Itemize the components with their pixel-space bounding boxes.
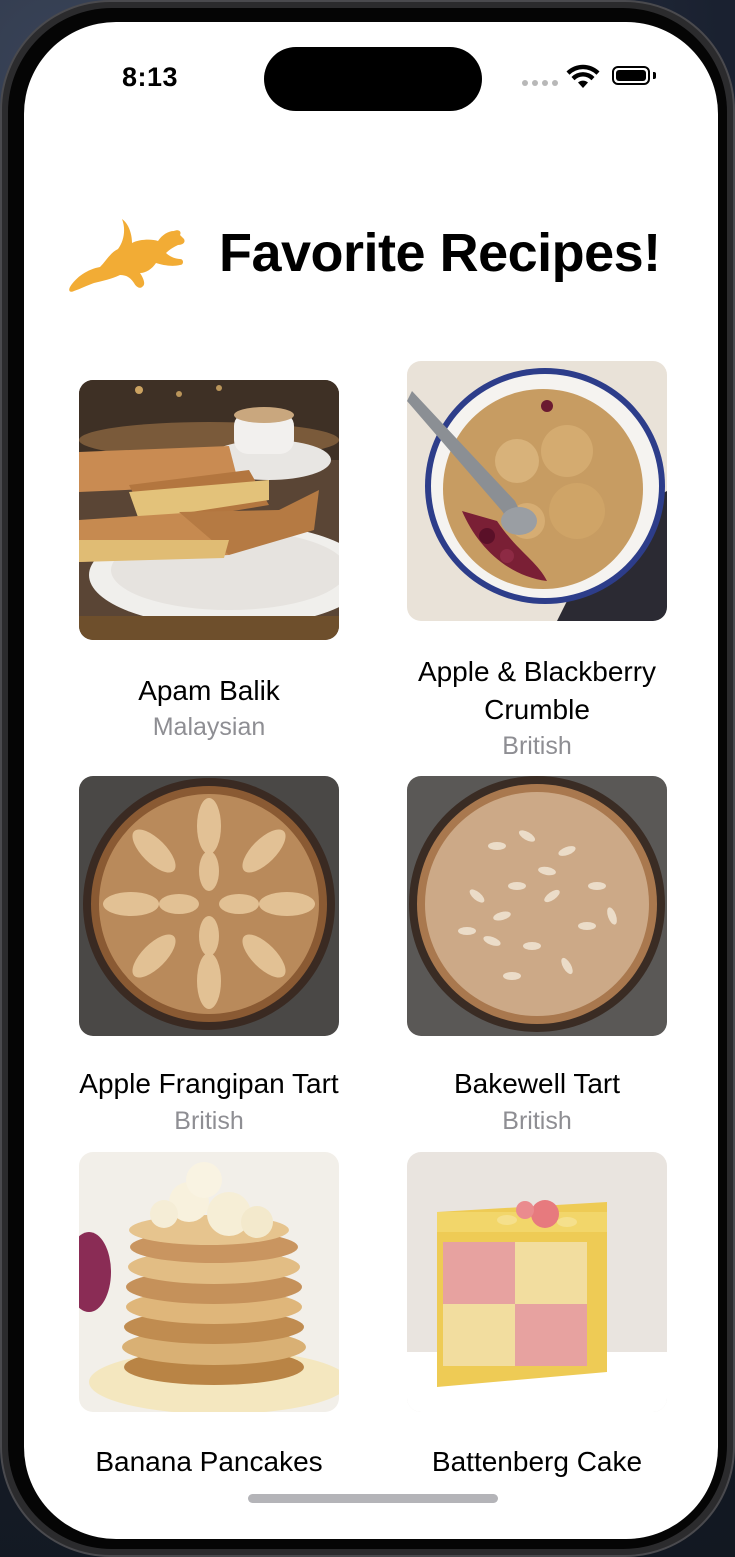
- recipe-name: Bakewell Tart: [453, 1068, 620, 1099]
- recipe-image: [79, 1152, 339, 1412]
- recipe-cuisine: British: [174, 1107, 244, 1135]
- battery-tip: [653, 72, 656, 79]
- recipe-name: Apple Frangipan Tart: [79, 1068, 339, 1099]
- recipe-name: Banana Pancakes: [95, 1446, 323, 1477]
- recipe-card[interactable]: Battenberg Cake: [407, 1152, 707, 1482]
- cellular-signal-icon: [522, 80, 558, 86]
- recipe-name: Battenberg Cake: [431, 1446, 643, 1477]
- recipe-name: Apam Balik: [138, 675, 280, 706]
- recipe-cuisine: Malaysian: [152, 713, 266, 741]
- recipe-card[interactable]: Bakewell Tart British: [407, 776, 707, 1136]
- dynamic-island: [264, 47, 482, 111]
- recipe-image: [407, 361, 667, 621]
- recipe-cuisine: British: [502, 1107, 572, 1135]
- recipe-card[interactable]: Apple Frangipan Tart British: [79, 776, 379, 1136]
- recipe-image: [79, 380, 339, 640]
- battery-icon: [612, 66, 650, 85]
- recipe-card[interactable]: Apple & Blackberry Crumble British: [407, 361, 707, 761]
- home-indicator[interactable]: [248, 1494, 498, 1503]
- phone-frame: 8:13 Favorite Recipes! Apam Balik Malays…: [0, 0, 735, 1557]
- status-time: 8:13: [122, 62, 179, 92]
- status-icons: [522, 64, 672, 90]
- recipe-image: [407, 1152, 667, 1412]
- recipe-image: [79, 776, 339, 1036]
- recipe-card[interactable]: Apam Balik Malaysian: [79, 380, 379, 760]
- recipe-image: [407, 776, 667, 1036]
- recipe-card[interactable]: Banana Pancakes: [79, 1152, 379, 1482]
- recipe-cuisine: British: [502, 732, 572, 760]
- recipe-name: Apple & Blackberry Crumble: [417, 656, 657, 725]
- wifi-icon: [566, 64, 600, 88]
- page-title: Favorite Recipes!: [219, 223, 661, 283]
- dog-leaping-icon: [69, 219, 185, 292]
- app-screen: 8:13 Favorite Recipes! Apam Balik Malays…: [24, 22, 718, 1539]
